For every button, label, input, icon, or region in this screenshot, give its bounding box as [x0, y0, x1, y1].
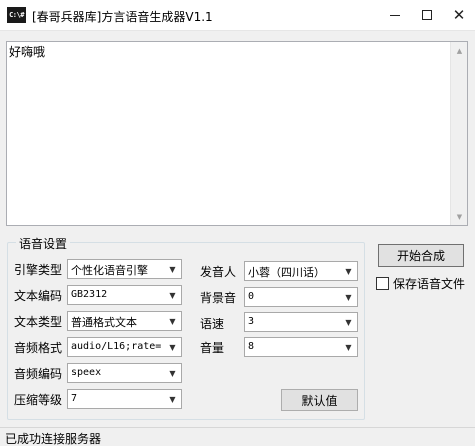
maximize-button[interactable]: [412, 0, 442, 30]
engine-type-select[interactable]: 个性化语音引擎 ▼: [67, 259, 182, 279]
background-sound-label: 背景音: [200, 291, 237, 305]
chevron-down-icon: ▼: [345, 342, 352, 352]
group-title: 语音设置: [16, 235, 71, 252]
compression-level-label: 压缩等级: [14, 393, 63, 407]
audio-format-value: audio/L16;rate=: [71, 341, 162, 352]
app-icon: C:\#: [7, 7, 26, 23]
audio-codec-value: speex: [71, 367, 102, 378]
chevron-down-icon: ▼: [345, 292, 352, 302]
status-bar: 已成功连接服务器: [0, 427, 475, 446]
chevron-down-icon: ▼: [169, 394, 176, 404]
compression-level-value: 7: [71, 393, 78, 404]
save-audio-file-option[interactable]: 保存语音文件: [376, 275, 465, 292]
default-values-button[interactable]: 默认值: [281, 389, 358, 411]
background-sound-select[interactable]: 0 ▼: [244, 287, 358, 307]
maximize-icon: [422, 10, 432, 20]
speaker-value: 小蓉（四川话）: [248, 266, 325, 279]
chevron-down-icon: ▼: [345, 266, 352, 276]
close-button[interactable]: ✕: [444, 0, 474, 30]
text-input-area[interactable]: 好嗨哦 ▲ ▼: [6, 41, 468, 226]
title-bar: C:\# [春哥兵器库]方言语音生成器V1.1 ✕: [0, 0, 475, 31]
speed-label: 语速: [200, 317, 225, 331]
volume-select[interactable]: 8 ▼: [244, 337, 358, 357]
scroll-up-icon[interactable]: ▲: [451, 42, 468, 59]
volume-label: 音量: [200, 341, 225, 355]
chevron-down-icon: ▼: [169, 316, 176, 326]
input-text: 好嗨哦: [9, 45, 46, 59]
start-synthesis-button[interactable]: 开始合成: [378, 244, 464, 267]
chevron-down-icon: ▼: [169, 368, 176, 378]
speaker-select[interactable]: 小蓉（四川话） ▼: [244, 261, 358, 281]
text-encoding-select[interactable]: GB2312 ▼: [67, 285, 182, 305]
save-audio-file-checkbox[interactable]: [376, 277, 389, 290]
minimize-button[interactable]: [380, 0, 410, 30]
text-type-value: 普通格式文本: [71, 316, 137, 329]
background-sound-value: 0: [248, 291, 255, 302]
close-icon: ✕: [452, 6, 466, 24]
audio-format-label: 音频格式: [14, 341, 63, 355]
engine-type-value: 个性化语音引擎: [71, 264, 148, 277]
chevron-down-icon: ▼: [169, 264, 176, 274]
compression-level-select[interactable]: 7 ▼: [67, 389, 182, 409]
status-text: 已成功连接服务器: [5, 432, 102, 446]
text-encoding-value: GB2312: [71, 289, 108, 300]
vertical-scrollbar[interactable]: ▲ ▼: [450, 42, 467, 225]
minimize-icon: [390, 14, 400, 16]
audio-codec-select[interactable]: speex ▼: [67, 363, 182, 383]
chevron-down-icon: ▼: [169, 342, 176, 352]
window-title: [春哥兵器库]方言语音生成器V1.1: [32, 10, 213, 24]
text-encoding-label: 文本编码: [14, 289, 63, 303]
speaker-label: 发音人: [200, 265, 237, 279]
text-type-select[interactable]: 普通格式文本 ▼: [67, 311, 182, 331]
chevron-down-icon: ▼: [169, 290, 176, 300]
engine-type-label: 引擎类型: [14, 263, 63, 277]
scroll-down-icon[interactable]: ▼: [451, 208, 468, 225]
speed-value: 3: [248, 316, 255, 327]
save-audio-file-label: 保存语音文件: [393, 277, 466, 291]
chevron-down-icon: ▼: [345, 317, 352, 327]
audio-format-select[interactable]: audio/L16;rate= ▼: [67, 337, 182, 357]
text-type-label: 文本类型: [14, 315, 63, 329]
speed-select[interactable]: 3 ▼: [244, 312, 358, 332]
audio-codec-label: 音频编码: [14, 367, 63, 381]
volume-value: 8: [248, 341, 255, 352]
